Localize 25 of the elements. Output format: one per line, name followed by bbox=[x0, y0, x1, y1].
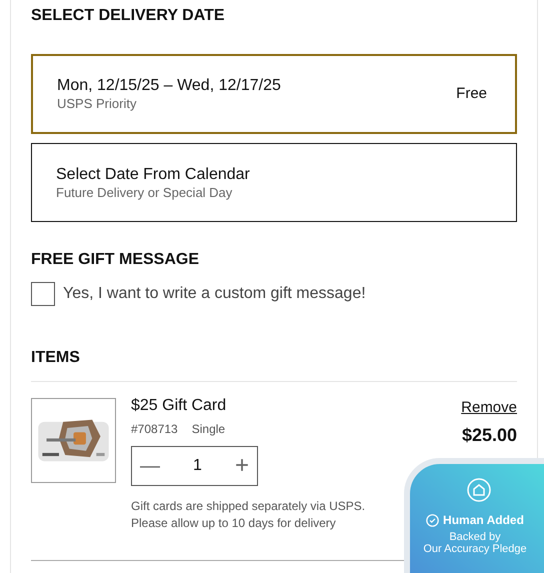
option-sublabel: Future Delivery or Special Day bbox=[56, 184, 234, 200]
section-title: SELECT DELIVERY DATE bbox=[31, 6, 226, 26]
item-sku: #708713 bbox=[131, 421, 178, 438]
item-price: $25.00 bbox=[462, 424, 517, 447]
increase-button[interactable]: + bbox=[234, 454, 249, 478]
section-title: FREE GIFT MESSAGE bbox=[31, 250, 200, 270]
option-price: Free bbox=[456, 84, 487, 104]
remove-link[interactable]: Remove bbox=[461, 398, 517, 418]
section-title: ITEMS bbox=[31, 348, 81, 368]
item-name: $25 Gift Card bbox=[131, 396, 228, 416]
delivery-option[interactable]: Select Date From Calendar Future Delivery or Special Day bbox=[31, 143, 517, 222]
checkbox-label: Yes, I want to write a custom gift message! bbox=[63, 284, 366, 304]
delivery-option[interactable]: Mon, 12/15/25 – Wed, 12/17/25 USPS Priority Free bbox=[31, 54, 517, 134]
checkbox[interactable] bbox=[31, 282, 55, 306]
quantity-value: 1 bbox=[193, 456, 202, 476]
decrease-button[interactable]: — bbox=[140, 456, 160, 476]
option-label: Mon, 12/15/25 – Wed, 12/17/25 bbox=[57, 76, 281, 96]
shipping-note: Gift cards are shipped separately via USPS. Please allow up to 10 days for delivery bbox=[131, 498, 366, 532]
option-sublabel: USPS Priority bbox=[57, 96, 138, 112]
check-circle-icon bbox=[426, 514, 440, 526]
badge-title: Human Added bbox=[443, 512, 524, 529]
home-icon bbox=[467, 478, 491, 502]
option-label: Select Date From Calendar bbox=[56, 164, 250, 184]
badge-subtitle: Backed by Our Accuracy Pledge bbox=[423, 531, 527, 555]
item-variant: Single bbox=[192, 421, 226, 438]
